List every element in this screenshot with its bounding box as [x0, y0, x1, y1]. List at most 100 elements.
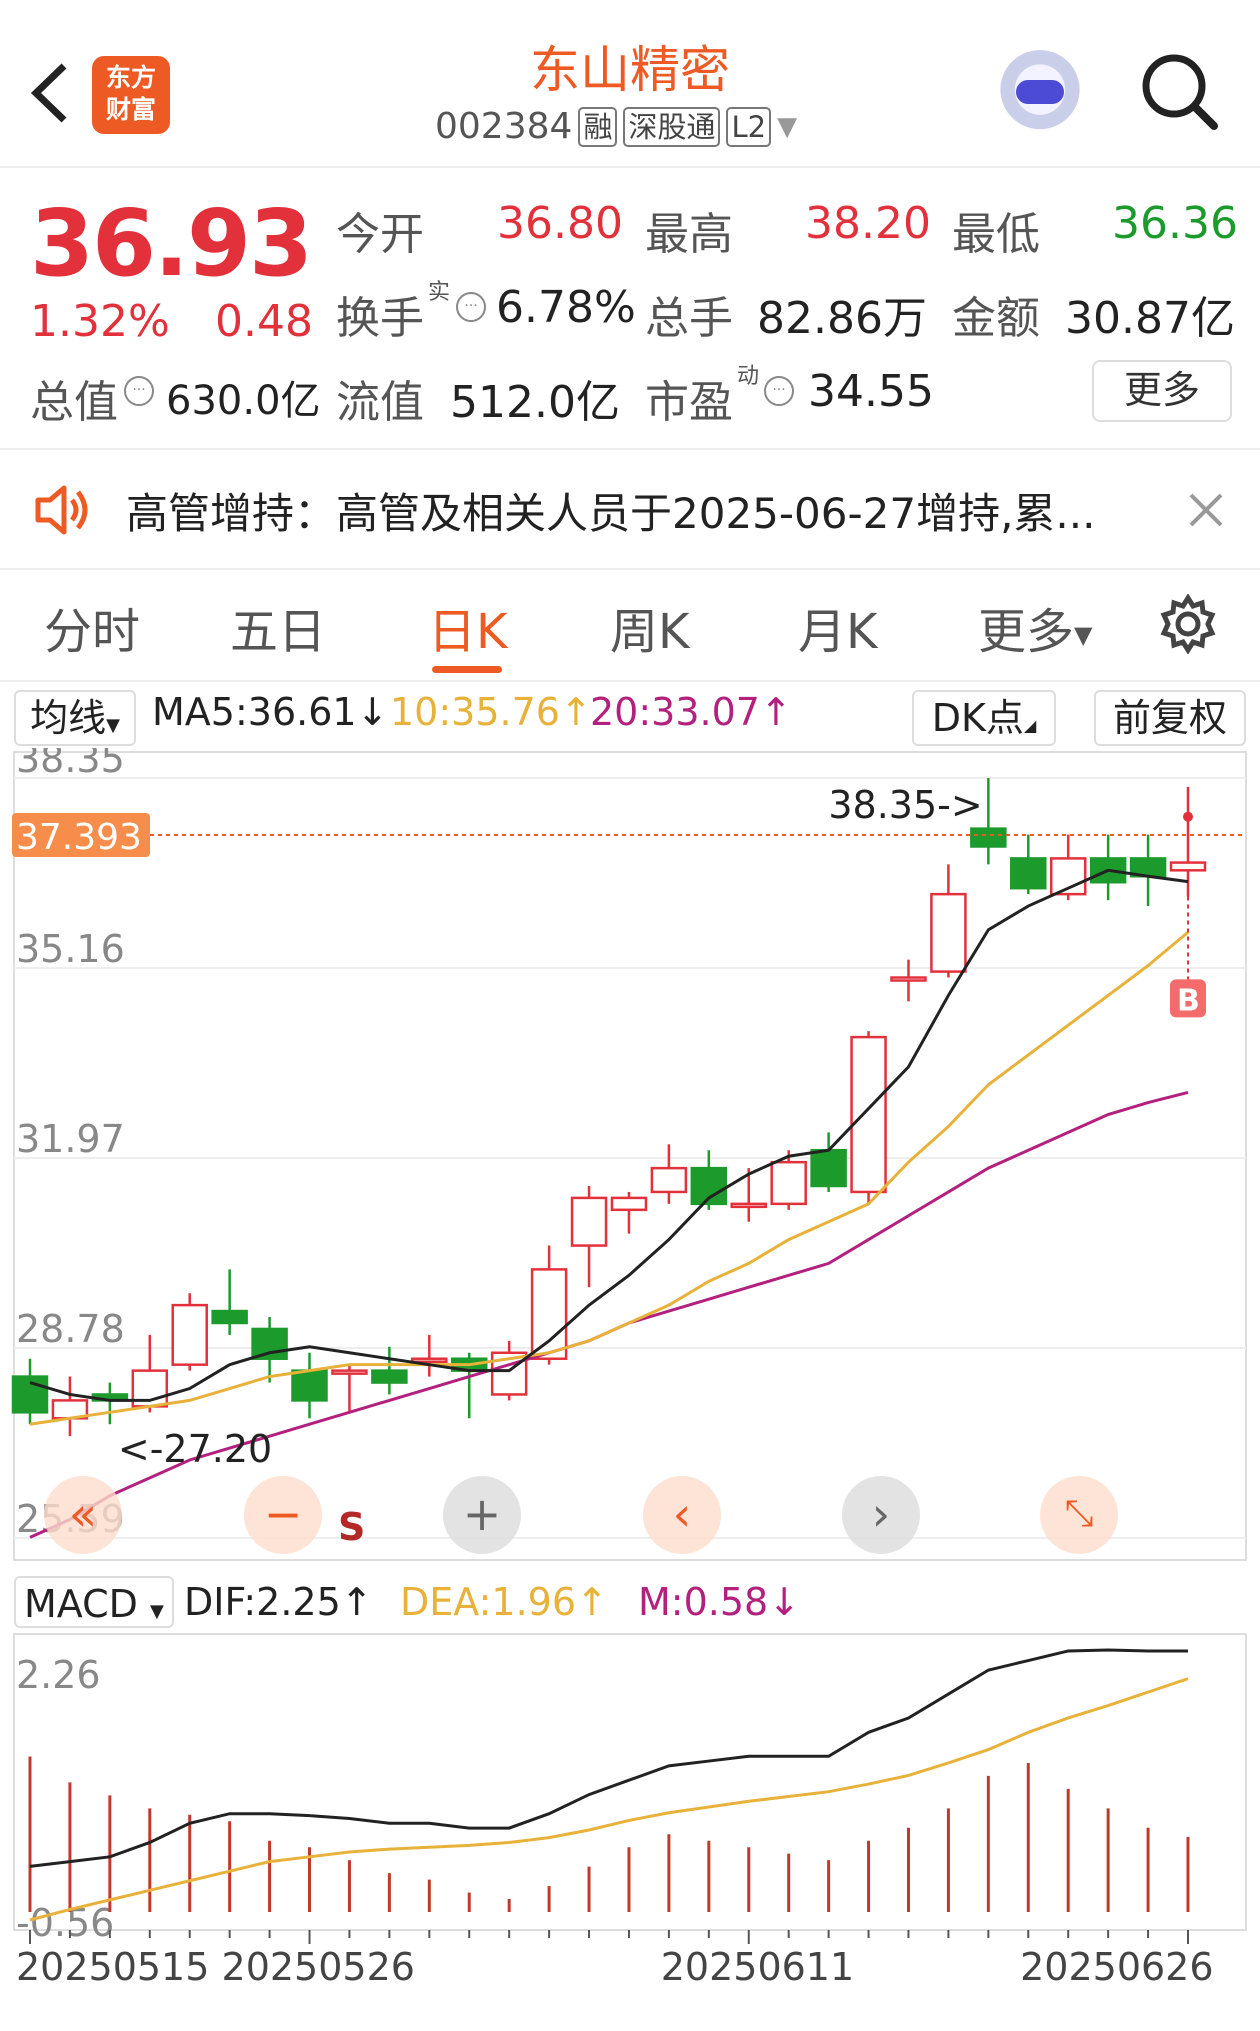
double-chevron-left-icon: «	[68, 1487, 98, 1541]
date-label: 20250611	[661, 1945, 854, 1989]
candle-body	[211, 1309, 248, 1325]
dea-line	[29, 1677, 1189, 1922]
macd-select[interactable]: MACD ▼	[14, 1576, 174, 1628]
info-icon[interactable]: ···	[456, 292, 486, 322]
candle-body	[171, 1303, 208, 1366]
info-icon[interactable]: ···	[124, 376, 154, 406]
pe-label: 市盈	[645, 377, 733, 428]
candle-body	[730, 1202, 768, 1209]
stock-code-row[interactable]: 002384 融 深股通 L2 ▼	[435, 106, 797, 147]
ma-select[interactable]: 均线▼	[14, 690, 136, 746]
adjust-button[interactable]: 前复权	[1094, 690, 1246, 746]
change-amount: 0.48	[215, 296, 313, 347]
notice-bar[interactable]: 高管增持：高管及相关人员于2025-06-27增持,累...	[0, 448, 1260, 570]
candle-body	[970, 827, 1007, 848]
tab-more[interactable]: 更多▼	[978, 592, 1092, 662]
ma5-value: MA5:36.61↓	[152, 690, 388, 734]
low-label: 最低	[952, 209, 1040, 260]
candle-body	[810, 1149, 847, 1188]
low-annotation: <-27.20	[118, 1427, 272, 1471]
dk-point-label: DK点	[931, 696, 1024, 740]
volume-value: 82.86万	[757, 293, 927, 344]
plus-icon: +	[462, 1487, 502, 1541]
dif-label: DIF:2.25	[184, 1580, 341, 1624]
zoom-out-button[interactable]: −	[244, 1476, 322, 1554]
tab-more-label: 更多	[978, 604, 1075, 660]
scroll-right-button[interactable]: ›	[842, 1476, 920, 1554]
candle-body	[610, 1196, 648, 1212]
m-label: M:0.58	[638, 1580, 769, 1624]
speaker-icon	[32, 480, 92, 540]
dea-label: DEA:1.96	[400, 1580, 577, 1624]
high-value: 38.20	[805, 198, 931, 249]
connect-tag: 深股通	[623, 106, 721, 147]
y-tick-label: 31.97	[16, 1117, 125, 1161]
high-annotation: 38.35->	[828, 783, 982, 827]
caret-down-icon: ▼	[150, 1601, 164, 1622]
amount-label: 金额	[952, 293, 1040, 344]
dropdown-triangle-icon[interactable]: ▼	[777, 112, 797, 142]
float-label: 流值	[336, 377, 424, 428]
stock-code: 002384	[435, 106, 573, 147]
assistant-robot-icon[interactable]	[996, 50, 1084, 138]
date-label: 20250526	[222, 1945, 415, 1989]
candle-body	[530, 1268, 568, 1360]
candle-body	[11, 1375, 49, 1414]
ma20-label: 20:33.07	[590, 690, 760, 734]
candle-body	[650, 1166, 688, 1194]
dea-value: DEA:1.96↑	[400, 1580, 608, 1624]
candle-body	[1169, 861, 1207, 872]
date-label: 20250626	[1020, 1945, 1213, 1989]
turnover-value: 6.78%	[496, 282, 636, 333]
scroll-left-button[interactable]: ‹	[643, 1476, 721, 1554]
mktcap-value: 630.0亿	[166, 378, 321, 424]
amount-value: 30.87亿	[1065, 293, 1235, 344]
chevron-right-icon: ›	[871, 1487, 891, 1541]
macd-select-label: MACD	[24, 1582, 138, 1626]
corner-triangle-icon: ◢	[1023, 716, 1037, 735]
crosshair-price-label: 37.393	[16, 817, 142, 858]
candle-body	[570, 1196, 608, 1247]
last-price: 36.93	[30, 190, 313, 297]
arrow-up-icon: ↑	[559, 690, 592, 734]
pe-value: 34.55	[808, 366, 934, 417]
close-icon[interactable]	[1186, 490, 1226, 530]
zoom-in-button[interactable]: +	[443, 1476, 521, 1554]
float-value: 512.0亿	[450, 377, 620, 428]
tab-daily-k[interactable]: 日K	[428, 592, 507, 662]
tab-intraday[interactable]: 分时	[44, 592, 140, 662]
fullscreen-button[interactable]: ⤡	[1040, 1476, 1118, 1554]
candle-body	[371, 1369, 408, 1384]
info-icon[interactable]: ···	[764, 376, 794, 406]
tab-monthly-k[interactable]: 月K	[798, 592, 877, 662]
notice-text: 高管增持：高管及相关人员于2025-06-27增持,累...	[126, 489, 1096, 538]
ma20-value: 20:33.07↑	[590, 690, 792, 734]
active-tab-indicator	[432, 666, 502, 673]
arrow-up-icon: ↑	[576, 1580, 608, 1624]
search-icon[interactable]	[1140, 52, 1220, 132]
arrow-down-icon: ↓	[768, 1580, 801, 1624]
dk-point-button[interactable]: DK点◢	[912, 690, 1056, 746]
candle-body	[930, 892, 967, 973]
open-label: 今开	[336, 209, 424, 260]
more-quote-button[interactable]: 更多	[1092, 360, 1232, 422]
arrow-up-icon: ↑	[340, 1580, 373, 1624]
rewind-button[interactable]: «	[44, 1476, 122, 1554]
ma-select-label: 均线	[30, 696, 107, 740]
high-label: 最高	[645, 209, 733, 260]
level2-tag: L2	[726, 106, 772, 147]
m-value: M:0.58↓	[638, 1580, 800, 1624]
ma10-label: 10:35.76	[390, 690, 560, 734]
tab-five-day[interactable]: 五日	[230, 592, 326, 662]
change-percent: 1.32%	[30, 296, 170, 347]
open-value: 36.80	[497, 198, 623, 249]
caret-down-icon: ▼	[1074, 621, 1093, 649]
macd-chart[interactable]: 2.26-0.5620250515 20250526 20250611 2025062…	[0, 1630, 1260, 2030]
candle-body	[291, 1369, 328, 1402]
settings-gear-icon[interactable]	[1158, 593, 1218, 655]
y-tick-label: 28.78	[16, 1307, 125, 1351]
tab-weekly-k[interactable]: 周K	[610, 592, 689, 662]
caret-down-icon: ▼	[106, 715, 120, 736]
y-tick-label: 35.16	[16, 927, 125, 971]
kline-chart[interactable]: 38.3535.1631.9728.7825.5937.39338.35-><-…	[0, 748, 1260, 1568]
